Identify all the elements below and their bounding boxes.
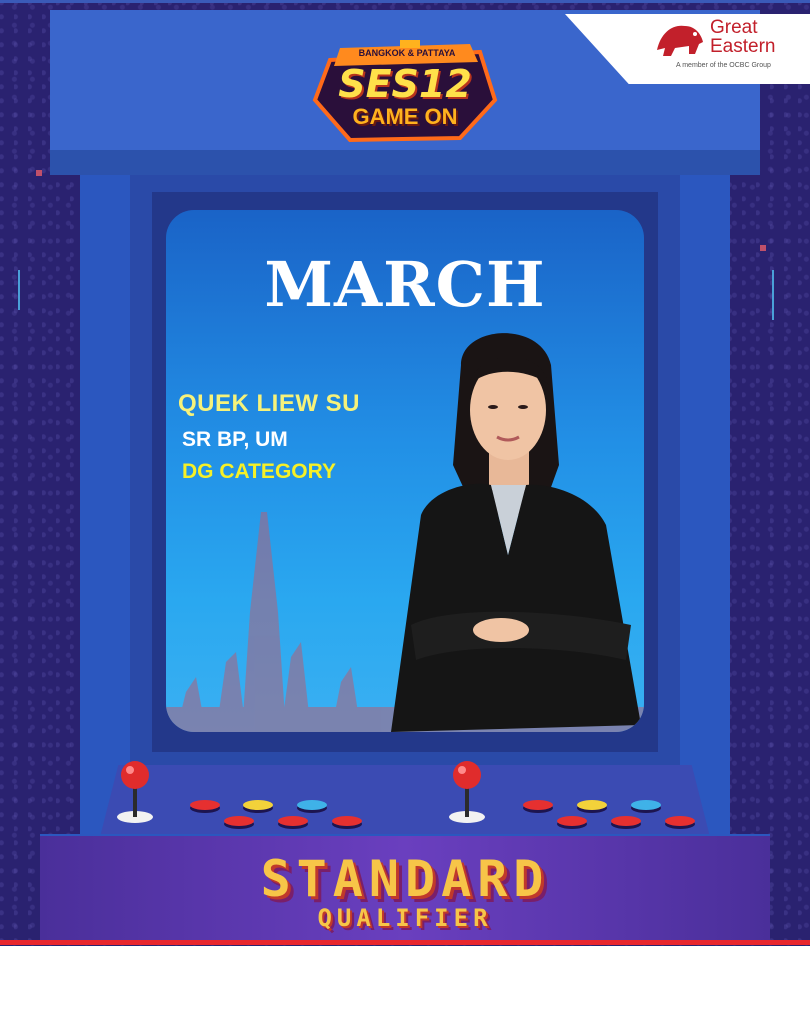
arcade-button-red: [523, 800, 553, 810]
qualifier-category: DG CATEGORY: [182, 460, 337, 483]
arcade-button-red: [332, 816, 362, 826]
banner-title: STANDARD: [260, 850, 550, 908]
brand-name-line2: Eastern: [710, 36, 776, 57]
brand-tagline: A member of the OCBC Group: [676, 62, 771, 69]
top-border: [0, 0, 810, 3]
arcade-button-red: [224, 816, 254, 826]
arcade-button-blue: [631, 800, 661, 810]
poster: MARCH QUEK LIEW SU SR BP, UM DG CATEGORY: [0, 0, 810, 946]
arcade-button-red: [278, 816, 308, 826]
qualifier-name: QUEK LIEW SU: [178, 390, 361, 417]
event-logo-title: SES12: [338, 62, 472, 106]
arcade-button-red: [190, 800, 220, 810]
banner-subtitle: QUALIFIER: [317, 904, 493, 932]
arcade-button-red: [611, 816, 641, 826]
qualifier-role: SR BP, UM: [182, 428, 288, 451]
arcade-button-yellow: [577, 800, 607, 810]
arcade-button-red: [557, 816, 587, 826]
arcade-button-red: [665, 816, 695, 826]
month-headline: MARCH: [264, 248, 546, 321]
brand-name: Great Eastern: [710, 18, 775, 56]
arcade-button-blue: [297, 800, 327, 810]
cabinet-marquee-shade: [50, 150, 760, 175]
lion-logo-icon: [657, 25, 703, 56]
arcade-screen: MARCH QUEK LIEW SU SR BP, UM DG CATEGORY: [166, 210, 644, 732]
pixel-decoration: [36, 170, 42, 176]
pixel-decoration: [760, 245, 766, 251]
event-logo-subtitle: GAME ON: [352, 104, 458, 129]
event-logo-location: BANGKOK & PATTAYA: [358, 48, 456, 58]
joystick-left: [117, 761, 153, 823]
brand-name-line1: Great: [710, 17, 758, 38]
control-panel-top: [100, 765, 710, 837]
arcade-button-yellow: [243, 800, 273, 810]
portrait-photo: [391, 333, 641, 732]
bottom-red-line: [0, 940, 810, 945]
pixel-decoration: [772, 270, 774, 320]
joystick-right: [449, 761, 485, 823]
pixel-decoration: [18, 270, 20, 310]
